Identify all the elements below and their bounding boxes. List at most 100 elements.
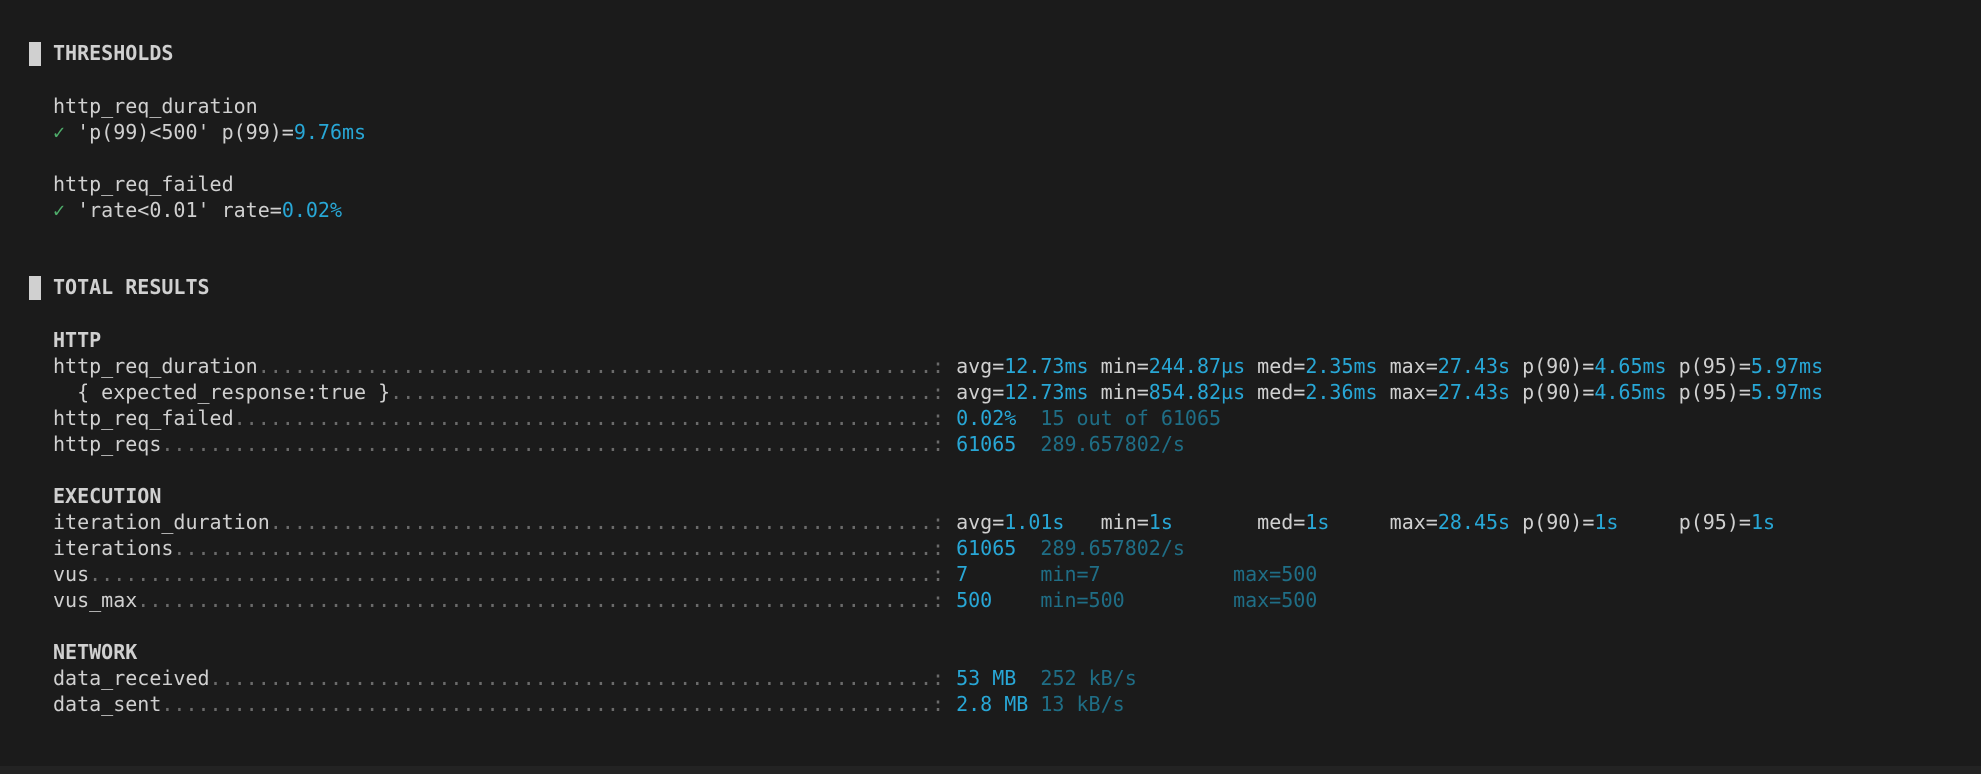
metric-value: 0.02% [956,406,1017,430]
metric-row-iteration-duration: iteration_duration......................… [53,509,1775,535]
dot-leader: ........................................… [257,354,957,378]
metric-name: http_req_failed [53,406,234,430]
p90-label: p(90)= [1522,380,1595,404]
med-value: 1s [1305,510,1330,534]
metric-row-http-reqs: http_reqs...............................… [53,431,1185,457]
check-icon: ✓ [53,198,66,222]
dot-leader: ........................................… [161,432,957,456]
metric-name: data_received [53,666,210,690]
med-label: med= [1257,510,1306,534]
p90-label: p(90)= [1522,510,1595,534]
med-label: med= [1257,354,1306,378]
p95-label: p(95)= [1678,510,1751,534]
threshold-stat-value: 0.02% [281,198,343,222]
metric-value: 500 [956,588,993,612]
total-results-title: TOTAL RESULTS [53,275,210,299]
threshold-stat-label: rate= [221,198,282,222]
dot-leader: ........................................… [233,406,957,430]
avg-value: 12.73ms [1004,380,1089,404]
metric-min: min=7 [1040,562,1101,586]
threshold-line: ✓ 'rate<0.01' rate=0.02% [53,197,342,223]
metric-value: 61065 [956,432,1017,456]
metric-row-http-req-failed: http_req_failed.........................… [53,405,1221,431]
max-value: 28.45s [1437,510,1511,534]
p90-value: 1s [1594,510,1619,534]
section-marker [29,42,41,66]
metric-max: max=500 [1233,562,1318,586]
metric-row-http-req-duration: http_req_duration.......................… [53,353,1823,379]
med-value: 2.35ms [1305,354,1378,378]
p95-label: p(95)= [1678,354,1751,378]
metric-name: http_reqs [53,432,162,456]
min-value: 854.82µs [1148,380,1246,404]
threshold-condition: 'p(99)<500' [77,120,210,144]
metric-row-vus: vus.....................................… [53,561,1317,587]
metric-row-vus-max: vus_max.................................… [53,587,1317,613]
metric-name: http_req_duration [53,354,258,378]
thresholds-title: THRESHOLDS [53,41,174,65]
metric-row-data-received: data_received...........................… [53,665,1137,691]
metric-extra: 252 kB/s [1040,666,1137,690]
metric-name: vus_max [53,588,138,612]
p90-value: 4.65ms [1594,354,1667,378]
med-label: med= [1257,380,1306,404]
threshold-line: ✓ 'p(99)<500' p(99)=9.76ms [53,119,366,145]
med-value: 2.36ms [1305,380,1378,404]
metric-value: 2.8 MB [956,692,1029,716]
metric-name: iterations [53,536,174,560]
min-label: min= [1100,510,1149,534]
p95-value: 5.97ms [1750,380,1824,404]
threshold-stat-label: p(99)= [221,120,294,144]
metric-row-data-sent: data_sent...............................… [53,691,1125,717]
metric-value: 53 MB [956,666,1017,690]
metric-min: min=500 [1040,588,1125,612]
min-label: min= [1100,380,1149,404]
avg-label: avg= [956,354,1005,378]
threshold-condition: 'rate<0.01' [77,198,210,222]
max-label: max= [1389,510,1438,534]
metric-max: max=500 [1233,588,1318,612]
execution-group-title: EXECUTION [53,484,162,508]
avg-value: 1.01s [1004,510,1065,534]
metric-row-expected-response: { expected_response:true }..............… [53,379,1823,405]
max-label: max= [1389,380,1438,404]
metric-extra: 289.657802/s [1040,432,1185,456]
bottom-border [0,766,1981,774]
avg-label: avg= [956,510,1005,534]
metric-name: vus [53,562,90,586]
min-value: 1s [1148,510,1173,534]
metric-name: iteration_duration [53,510,270,534]
dot-leader: ........................................… [173,536,957,560]
min-label: min= [1100,354,1149,378]
min-value: 244.87µs [1148,354,1246,378]
dot-leader: ........................................… [137,588,957,612]
p95-value: 5.97ms [1750,354,1824,378]
threshold-metric: http_req_failed [53,172,234,196]
metric-name: data_sent [53,692,162,716]
p95-value: 1s [1750,510,1776,534]
metric-extra: 289.657802/s [1040,536,1185,560]
max-value: 27.43s [1437,380,1511,404]
metric-extra: 13 kB/s [1040,692,1125,716]
max-value: 27.43s [1437,354,1511,378]
p90-label: p(90)= [1522,354,1595,378]
metric-name: { expected_response:true } [77,380,391,404]
section-marker [29,276,41,300]
dot-leader: ........................................… [209,666,957,690]
threshold-stat-value: 9.76ms [293,120,367,144]
metric-value: 61065 [956,536,1017,560]
avg-value: 12.73ms [1004,354,1089,378]
http-group-title: HTTP [53,328,102,352]
metric-value: 7 [956,562,969,586]
metric-row-iterations: iterations..............................… [53,535,1185,561]
dot-leader: ........................................… [161,692,957,716]
dot-leader: ........................................… [269,510,957,534]
max-label: max= [1389,354,1438,378]
check-icon: ✓ [53,120,66,144]
dot-leader: ........................................… [390,380,957,404]
avg-label: avg= [956,380,1005,404]
p90-value: 4.65ms [1594,380,1667,404]
threshold-metric: http_req_duration [53,94,258,118]
metric-extra: 15 out of 61065 [1040,406,1222,430]
network-group-title: NETWORK [53,640,138,664]
